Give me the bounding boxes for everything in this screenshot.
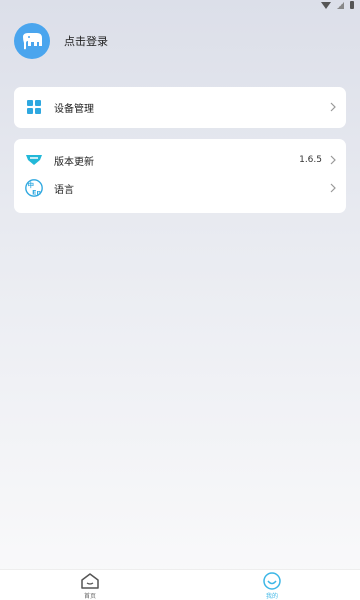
devices-card: 设备管理: [14, 87, 346, 128]
svg-text:中: 中: [28, 180, 34, 189]
smile-icon: [263, 572, 281, 590]
elephant-icon: [23, 33, 42, 50]
chevron-right-icon: [328, 153, 338, 167]
settings-card: 版本更新 1.6.5 中 En 语言: [14, 139, 346, 213]
tab-home-label: 首页: [83, 593, 96, 600]
tab-mine-label: 我的: [265, 593, 278, 600]
home-icon: [81, 573, 99, 589]
tab-home[interactable]: 首页: [70, 572, 110, 600]
svg-text:En: En: [32, 189, 41, 196]
chevron-right-icon: [328, 100, 338, 114]
signal-icon: [337, 1, 344, 9]
version-update-label: 版本更新: [54, 156, 94, 168]
language-icon: 中 En: [24, 178, 44, 198]
wifi-icon: [321, 1, 331, 9]
language-label: 语言: [54, 184, 74, 196]
chevron-right-icon: [328, 181, 338, 195]
status-bar: [0, 0, 360, 10]
tab-bar: 首页 我的: [0, 569, 360, 600]
version-number: 1.6.5: [299, 155, 322, 165]
login-label[interactable]: 点击登录: [64, 33, 108, 49]
device-management-label: 设备管理: [54, 103, 94, 115]
gem-icon: [24, 150, 44, 170]
login-entry[interactable]: 点击登录: [14, 23, 108, 59]
language-item[interactable]: 中 En 语言: [14, 175, 346, 201]
tab-mine[interactable]: 我的: [252, 572, 292, 600]
device-management-item[interactable]: 设备管理: [14, 94, 346, 120]
avatar[interactable]: [14, 23, 50, 59]
battery-icon: [350, 1, 354, 9]
grid-icon: [24, 97, 44, 117]
version-update-item[interactable]: 版本更新 1.6.5: [14, 147, 346, 173]
